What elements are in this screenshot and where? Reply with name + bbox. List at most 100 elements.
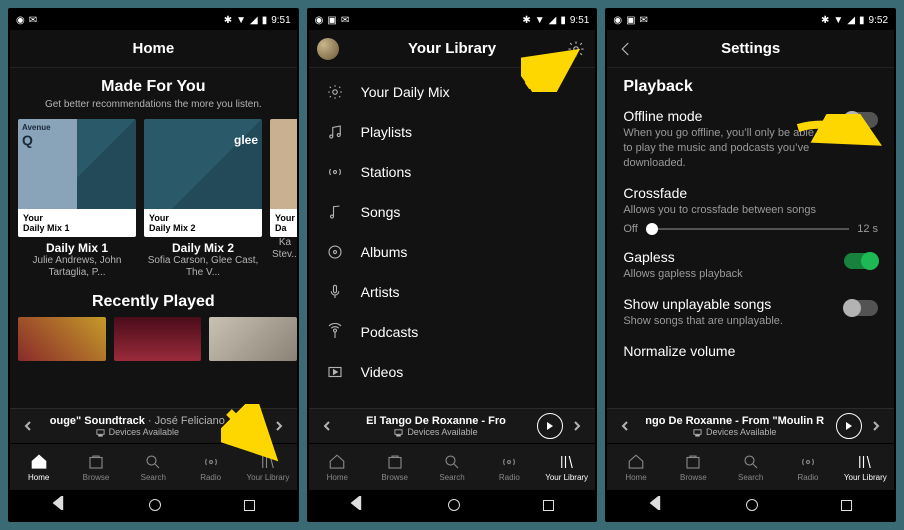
crossfade-slider[interactable] bbox=[646, 228, 849, 230]
devices-label[interactable]: Devices Available bbox=[407, 427, 477, 437]
status-bar: ◉ ▣ ✉ ✱ ▼ ◢ ▮ 9:52 bbox=[607, 10, 894, 30]
wifi-icon: ▼ bbox=[833, 15, 843, 26]
recent-tile[interactable] bbox=[209, 317, 297, 361]
setting-normalize[interactable]: Normalize volume bbox=[623, 343, 878, 359]
daily-mix-carousel[interactable]: AvenueQ YourDaily Mix 1 Daily Mix 1 Juli… bbox=[10, 119, 297, 279]
now-title: ouge" Soundtrack bbox=[50, 415, 145, 427]
bluetooth-icon: ✱ bbox=[224, 15, 232, 26]
devices-label[interactable]: Devices Available bbox=[109, 427, 179, 437]
card-title: Daily Mix 2 bbox=[144, 241, 262, 255]
nav-library[interactable]: Your Library bbox=[538, 444, 595, 490]
clock: 9:52 bbox=[869, 15, 888, 26]
back-key[interactable] bbox=[52, 496, 66, 515]
recent-tile[interactable] bbox=[18, 317, 106, 361]
now-playing-bar[interactable]: ngo De Roxanne - From "Moulin R Devices … bbox=[607, 408, 894, 444]
menu-albums[interactable]: Albums bbox=[309, 232, 596, 272]
setting-unplayable[interactable]: Show unplayable songs Show songs that ar… bbox=[623, 296, 878, 329]
chevron-left-icon[interactable] bbox=[617, 421, 633, 431]
nav-search[interactable]: Search bbox=[722, 444, 779, 490]
nav-browse[interactable]: Browse bbox=[67, 444, 124, 490]
status-icon: ◉ bbox=[315, 15, 324, 26]
recent-tile[interactable] bbox=[114, 317, 202, 361]
phone-library: ◉ ▣ ✉ ✱ ▼ ◢ ▮ 9:51 Your Library Your Dai… bbox=[307, 8, 598, 522]
nav-home[interactable]: Home bbox=[607, 444, 664, 490]
battery-icon: ▮ bbox=[560, 15, 566, 26]
nav-radio[interactable]: Radio bbox=[182, 444, 239, 490]
phone-home: ◉ ✉ ✱ ▼ ◢ ▮ 9:51 Home Made For You Get b… bbox=[8, 8, 299, 522]
now-artist: · José Feliciano bbox=[145, 415, 225, 427]
recents-key[interactable] bbox=[543, 500, 554, 511]
menu-daily-mix[interactable]: Your Daily Mix bbox=[309, 72, 596, 112]
back-key[interactable] bbox=[649, 496, 663, 515]
disc-icon bbox=[325, 242, 345, 262]
outlook-icon: ✉ bbox=[29, 15, 37, 26]
back-button[interactable] bbox=[615, 38, 637, 60]
avatar[interactable] bbox=[317, 38, 339, 60]
phone-settings: ◉ ▣ ✉ ✱ ▼ ◢ ▮ 9:52 Settings Playback Off… bbox=[605, 8, 896, 522]
nav-search[interactable]: Search bbox=[125, 444, 182, 490]
image-icon: ▣ bbox=[327, 15, 336, 26]
now-playing-bar[interactable]: El Tango De Roxanne - Fro Devices Availa… bbox=[309, 408, 596, 444]
signal-icon: ◢ bbox=[549, 15, 557, 26]
menu-songs[interactable]: Songs bbox=[309, 192, 596, 232]
status-icon: ◉ bbox=[16, 15, 25, 26]
nav-radio[interactable]: Radio bbox=[779, 444, 836, 490]
nav-library[interactable]: Your Library bbox=[837, 444, 894, 490]
menu-podcasts[interactable]: Podcasts bbox=[309, 312, 596, 352]
nav-radio[interactable]: Radio bbox=[481, 444, 538, 490]
menu-playlists[interactable]: Playlists bbox=[309, 112, 596, 152]
offline-toggle[interactable] bbox=[844, 112, 878, 128]
chevron-right-icon[interactable] bbox=[868, 421, 884, 431]
setting-offline[interactable]: Offline mode When you go offline, you’ll… bbox=[623, 108, 878, 171]
back-key[interactable] bbox=[350, 496, 364, 515]
card-artists: Julie Andrews, John Tartaglia, P... bbox=[18, 255, 136, 279]
home-key[interactable] bbox=[149, 499, 161, 511]
unplayable-toggle[interactable] bbox=[844, 300, 878, 316]
recently-played-row[interactable] bbox=[10, 317, 297, 361]
nav-browse[interactable]: Browse bbox=[665, 444, 722, 490]
home-key[interactable] bbox=[448, 499, 460, 511]
home-content: Made For You Get better recommendations … bbox=[10, 68, 297, 408]
play-button[interactable] bbox=[836, 413, 862, 439]
menu-stations[interactable]: Stations bbox=[309, 152, 596, 192]
daily-mix-card-3[interactable]: YourDa Ka Stev... bbox=[270, 119, 297, 279]
recents-key[interactable] bbox=[841, 500, 852, 511]
play-button[interactable] bbox=[239, 413, 265, 439]
clock: 9:51 bbox=[570, 15, 589, 26]
settings-button[interactable] bbox=[565, 38, 587, 60]
recents-key[interactable] bbox=[244, 500, 255, 511]
chevron-right-icon[interactable] bbox=[271, 421, 287, 431]
daily-mix-card-1[interactable]: AvenueQ YourDaily Mix 1 Daily Mix 1 Juli… bbox=[18, 119, 136, 279]
nav-library[interactable]: Your Library bbox=[239, 444, 296, 490]
page-title: Your Library bbox=[408, 40, 496, 57]
daily-mix-card-2[interactable]: glee YourDaily Mix 2 Daily Mix 2 Sofia C… bbox=[144, 119, 262, 279]
signal-icon: ◢ bbox=[847, 15, 855, 26]
crossfade-max: 12 s bbox=[857, 223, 878, 235]
status-bar: ◉ ▣ ✉ ✱ ▼ ◢ ▮ 9:51 bbox=[309, 10, 596, 30]
now-playing-bar[interactable]: ouge" Soundtrack · José Feliciano Device… bbox=[10, 408, 297, 444]
recently-played-heading: Recently Played bbox=[309, 396, 596, 408]
chevron-left-icon[interactable] bbox=[20, 421, 36, 431]
chevron-right-icon[interactable] bbox=[569, 421, 585, 431]
podcast-icon bbox=[325, 322, 345, 342]
nav-browse[interactable]: Browse bbox=[366, 444, 423, 490]
nav-home[interactable]: Home bbox=[10, 444, 67, 490]
now-title: El Tango De Roxanne - Fro bbox=[366, 415, 506, 427]
made-for-you-heading: Made For You bbox=[10, 68, 297, 98]
setting-crossfade: Crossfade Allows you to crossfade betwee… bbox=[623, 185, 878, 236]
devices-label[interactable]: Devices Available bbox=[706, 427, 776, 437]
home-key[interactable] bbox=[746, 499, 758, 511]
menu-artists[interactable]: Artists bbox=[309, 272, 596, 312]
status-icon: ◉ bbox=[613, 15, 622, 26]
nav-search[interactable]: Search bbox=[423, 444, 480, 490]
nav-home[interactable]: Home bbox=[309, 444, 366, 490]
card-title: Daily Mix 1 bbox=[18, 241, 136, 255]
setting-gapless[interactable]: Gapless Allows gapless playback bbox=[623, 249, 878, 282]
bottom-nav: Home Browse Search Radio Your Library bbox=[607, 444, 894, 490]
play-button[interactable] bbox=[537, 413, 563, 439]
menu-videos[interactable]: Videos bbox=[309, 352, 596, 392]
chevron-left-icon[interactable] bbox=[319, 421, 335, 431]
gapless-toggle[interactable] bbox=[844, 253, 878, 269]
outlook-icon: ✉ bbox=[640, 15, 648, 26]
recently-played-heading: Recently Played bbox=[10, 279, 297, 317]
